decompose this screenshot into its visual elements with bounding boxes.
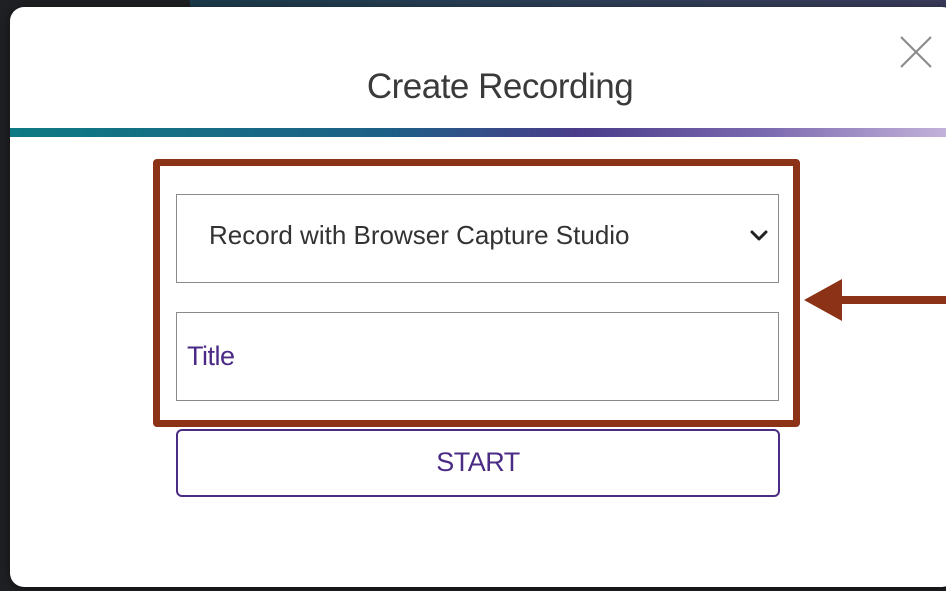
modal-title: Create Recording [366, 67, 634, 106]
close-icon[interactable] [898, 34, 934, 70]
recording-method-value: Record with Browser Capture Studio [209, 220, 630, 250]
recording-method-select[interactable]: Record with Browser Capture Studio [176, 194, 779, 283]
modal-header: Create Recording [10, 7, 946, 129]
arrow-annotation-icon [804, 279, 946, 321]
chevron-down-icon [750, 230, 768, 241]
title-input[interactable] [176, 312, 779, 401]
header-gradient-rule [10, 128, 946, 137]
start-button[interactable]: START [176, 429, 780, 497]
